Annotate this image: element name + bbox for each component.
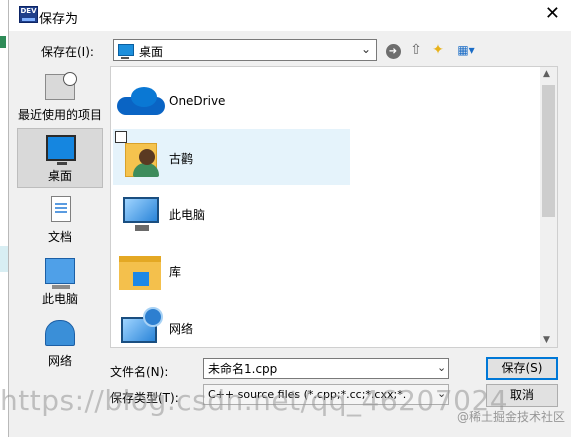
- new-folder-icon[interactable]: ✦: [429, 40, 447, 60]
- places-bar: 最近使用的项目 桌面 文档 此电脑 网络: [17, 66, 103, 380]
- app-icon-text: DEV: [20, 7, 37, 15]
- title-bar: DEV 保存为 ✕: [9, 0, 571, 31]
- dialog-title: 保存为: [39, 12, 79, 27]
- place-recent-items[interactable]: 最近使用的项目: [17, 68, 103, 128]
- desktop-folder-icon: [118, 44, 134, 59]
- background-text-mark: [0, 36, 6, 48]
- app-icon: DEV: [19, 6, 38, 23]
- list-item-label: 古鹳: [169, 152, 194, 166]
- save-in-label: 保存在(I):: [41, 45, 94, 59]
- place-this-pc[interactable]: 此电脑: [17, 252, 103, 312]
- place-label: 文档: [47, 230, 72, 244]
- list-item-label: OneDrive: [169, 94, 226, 108]
- back-button[interactable]: ➜: [384, 40, 402, 60]
- network-icon: [117, 303, 165, 347]
- watermark-url: https://blog.csdn.net/qq_46207024: [0, 384, 509, 417]
- file-name-label: 文件名(N):: [110, 365, 169, 379]
- list-item-label: 网络: [169, 322, 194, 336]
- place-label: 最近使用的项目: [17, 108, 102, 122]
- up-one-level-icon[interactable]: ⇧: [407, 40, 425, 60]
- background-window-strip: [0, 0, 8, 437]
- list-item-libraries[interactable]: 库: [113, 242, 353, 298]
- documents-icon: [51, 196, 71, 222]
- close-icon[interactable]: ✕: [545, 4, 560, 24]
- place-desktop[interactable]: 桌面: [17, 128, 103, 188]
- list-item-label: 库: [169, 265, 182, 279]
- list-item-label: 此电脑: [169, 208, 206, 222]
- desktop-icon: [46, 135, 76, 165]
- recent-items-icon: [45, 72, 77, 100]
- back-arrow-icon: ➜: [385, 44, 401, 59]
- file-list[interactable]: OneDrive 古鹳 此电脑 库 网络 ▲ ▼: [110, 66, 558, 348]
- background-highlight-mark: [0, 246, 8, 272]
- scroll-thumb[interactable]: [542, 85, 555, 217]
- list-item-user-folder[interactable]: 古鹳: [113, 129, 350, 185]
- view-menu-icon[interactable]: ▦▾: [453, 40, 479, 60]
- place-network[interactable]: 网络: [17, 314, 103, 374]
- save-in-value: 桌面: [139, 45, 164, 59]
- onedrive-icon: [117, 77, 165, 125]
- place-label: 此电脑: [41, 292, 78, 306]
- save-button[interactable]: 保存(S): [486, 357, 558, 380]
- vertical-scrollbar[interactable]: ▲ ▼: [540, 67, 557, 347]
- this-pc-icon: [117, 189, 165, 237]
- this-pc-icon: [45, 258, 75, 289]
- chevron-down-icon: ⌄: [360, 42, 371, 56]
- list-item-onedrive[interactable]: OneDrive: [113, 73, 353, 129]
- place-label: 桌面: [47, 169, 72, 183]
- list-item-this-pc[interactable]: 此电脑: [113, 185, 353, 241]
- place-label: 网络: [47, 354, 72, 368]
- watermark-brand: @稀土掘金技术社区: [456, 410, 565, 424]
- chevron-down-icon[interactable]: ⌄: [437, 361, 446, 374]
- scroll-down-icon[interactable]: ▼: [543, 335, 550, 345]
- list-item-network[interactable]: 网络: [113, 299, 353, 347]
- file-name-input[interactable]: [203, 358, 449, 379]
- save-as-dialog: DEV 保存为 ✕ 保存在(I): 桌面 ⌄ ➜ ⇧ ✦ ▦▾ 最近使用的项目 …: [8, 0, 571, 437]
- save-in-dropdown[interactable]: 桌面 ⌄: [113, 39, 377, 61]
- network-icon: [45, 320, 75, 346]
- libraries-icon: [117, 246, 165, 294]
- scroll-up-icon[interactable]: ▲: [543, 69, 550, 79]
- place-documents[interactable]: 文档: [17, 190, 103, 250]
- user-folder-icon: [117, 133, 165, 181]
